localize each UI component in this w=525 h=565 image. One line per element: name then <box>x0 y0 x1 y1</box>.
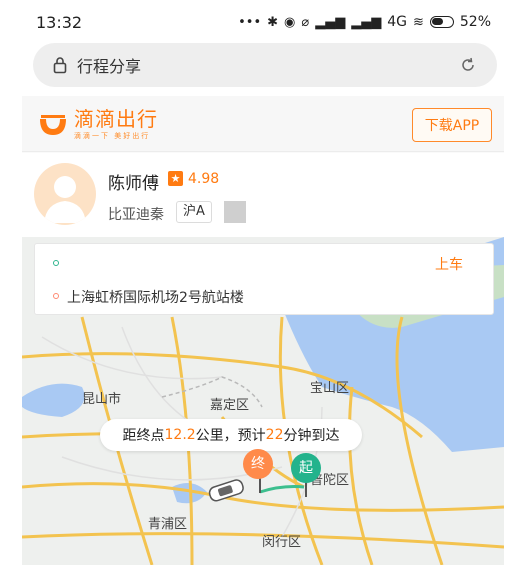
network-type: 4G <box>387 14 407 30</box>
eta-mid: 公里，预计 <box>195 428 266 444</box>
end-pin-stem <box>259 477 261 493</box>
eta-bubble: 距终点 12.2 公里，预计 22 分钟到达 <box>100 419 362 451</box>
app-header: 滴滴出行 滴滴一下 美好出行 下载APP <box>22 96 504 152</box>
route-map[interactable]: 上车 上海虹桥国际机场2号航站楼 昆山市 宝山区 嘉定区 普陀区 青浦区 闵行区… <box>22 237 504 565</box>
avatar <box>34 163 96 225</box>
signal-icon: ▂▄▆ <box>315 14 346 30</box>
status-bar: 13:32 ••• ✱ ◉ ⌀ ▂▄▆ ▂▄▆ 4G ≋ 52% <box>0 0 525 44</box>
eta-minutes: 22 <box>265 427 284 443</box>
eta-distance: 12.2 <box>164 427 196 443</box>
route-card: 上车 上海虹桥国际机场2号航站楼 <box>34 243 494 315</box>
alarm-off-icon: ⌀ <box>301 14 310 30</box>
trip-share-page: 滴滴出行 滴滴一下 美好出行 下载APP 陈师傅 ★ 4.98 比亚迪秦 沪A <box>22 96 504 565</box>
didi-logo: 滴滴出行 滴滴一下 美好出行 <box>38 109 158 141</box>
lock-icon <box>53 56 67 74</box>
map-label-minhang: 闵行区 <box>262 535 302 550</box>
status-indicators: ••• ✱ ◉ ⌀ ▂▄▆ ▂▄▆ 4G ≋ 52% <box>238 14 491 30</box>
signal-2-icon: ▂▄▆ <box>351 14 382 30</box>
status-time: 13:32 <box>36 12 83 32</box>
page-title: 行程分享 <box>77 57 142 76</box>
download-app-button[interactable]: 下载APP <box>412 108 492 142</box>
map-label-kunshan: 昆山市 <box>82 392 122 407</box>
bluetooth-icon: ✱ <box>267 14 279 30</box>
vibrate-icon: ◉ <box>284 14 296 30</box>
star-icon: ★ <box>168 171 183 186</box>
pickup-status: 上车 <box>435 257 463 273</box>
wifi-icon: ≋ <box>412 14 424 30</box>
eta-suffix: 分钟到达 <box>283 428 340 444</box>
map-label-jiading: 嘉定区 <box>210 398 250 413</box>
more-dots-icon: ••• <box>238 14 262 30</box>
driver-card: 陈师傅 ★ 4.98 比亚迪秦 沪A <box>22 153 504 237</box>
map-label-baoshan: 宝山区 <box>310 381 350 396</box>
pickup-dot <box>53 260 59 266</box>
dropoff-location: 上海虹桥国际机场2号航站楼 <box>67 290 244 306</box>
dropoff-dot <box>53 293 59 299</box>
logo-tagline: 滴滴一下 美好出行 <box>74 132 151 140</box>
logo-name: 滴滴出行 <box>74 107 158 131</box>
start-pin-stem <box>305 481 307 497</box>
car-model: 比亚迪秦 <box>108 207 164 223</box>
address-bar[interactable]: 行程分享 <box>33 43 497 87</box>
battery-percent: 52% <box>459 14 491 30</box>
plate-mask <box>224 201 246 223</box>
eta-prefix: 距终点 <box>122 428 165 444</box>
reload-icon[interactable] <box>459 56 477 74</box>
battery-icon <box>429 16 454 28</box>
didi-logo-icon <box>40 115 66 135</box>
map-label-qingpu: 青浦区 <box>148 517 188 532</box>
driver-rating: 4.98 <box>188 171 220 187</box>
license-plate: 沪A <box>176 201 212 223</box>
driver-name: 陈师傅 <box>108 174 159 194</box>
start-pin: 起 <box>291 453 321 483</box>
end-pin: 终 <box>243 449 273 479</box>
